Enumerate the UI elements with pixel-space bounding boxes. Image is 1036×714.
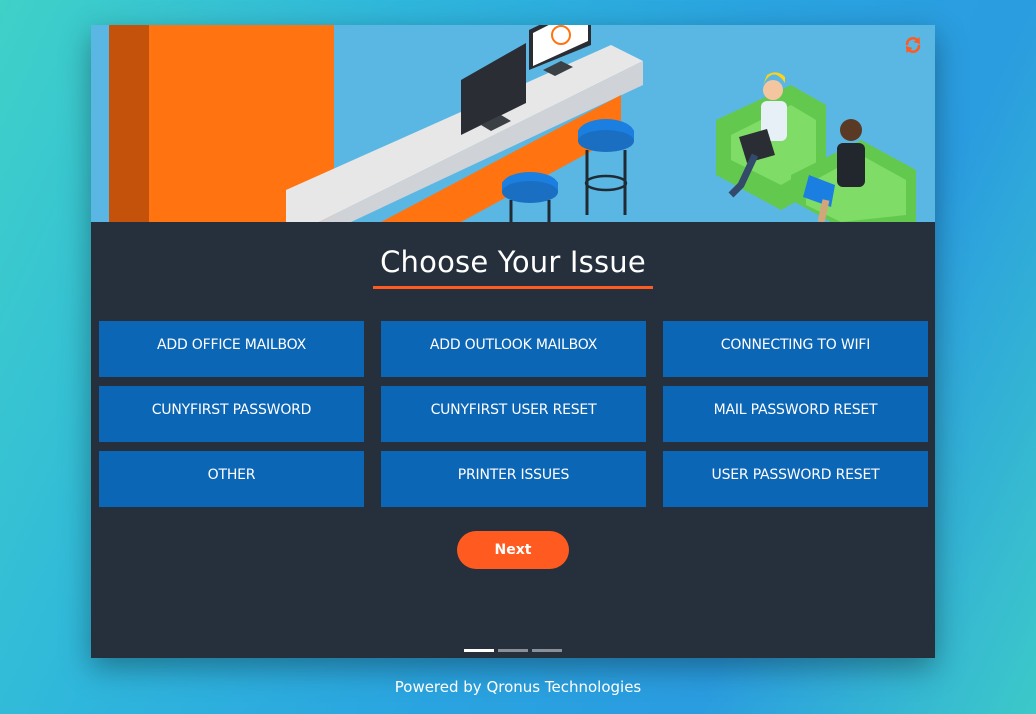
page-title: Choose Your Issue	[380, 245, 646, 279]
refresh-icon[interactable]	[903, 35, 923, 55]
issue-button-cunyfirst-password[interactable]: CUNYFIRST PASSWORD	[99, 386, 364, 442]
issue-button-connecting-to-wifi[interactable]: CONNECTING TO WIFI	[663, 321, 928, 377]
issue-button-cunyfirst-user-reset[interactable]: CUNYFIRST USER RESET	[381, 386, 646, 442]
issue-button-other[interactable]: OTHER	[99, 451, 364, 507]
issue-button-printer-issues[interactable]: PRINTER ISSUES	[381, 451, 646, 507]
issue-button-mail-password-reset[interactable]: MAIL PASSWORD RESET	[663, 386, 928, 442]
page-dot-3[interactable]	[532, 649, 562, 652]
issue-button-user-password-reset[interactable]: USER PASSWORD RESET	[663, 451, 928, 507]
page-dot-2[interactable]	[498, 649, 528, 652]
hero-illustration	[91, 25, 935, 222]
issue-button-add-office-mailbox[interactable]: ADD OFFICE MAILBOX	[99, 321, 364, 377]
page-dot-1[interactable]	[464, 649, 494, 652]
help-desk-office-illustration	[91, 25, 935, 222]
footer-credit: Powered by Qronus Technologies	[394, 678, 642, 696]
next-button[interactable]: Next	[457, 531, 569, 569]
kiosk-card: Choose Your Issue ADD OFFICE MAILBOX ADD…	[91, 25, 935, 658]
issue-button-add-outlook-mailbox[interactable]: ADD OUTLOOK MAILBOX	[381, 321, 646, 377]
issue-grid: ADD OFFICE MAILBOX ADD OUTLOOK MAILBOX C…	[99, 321, 928, 507]
title-underline	[373, 286, 653, 289]
page-indicator	[464, 649, 562, 652]
